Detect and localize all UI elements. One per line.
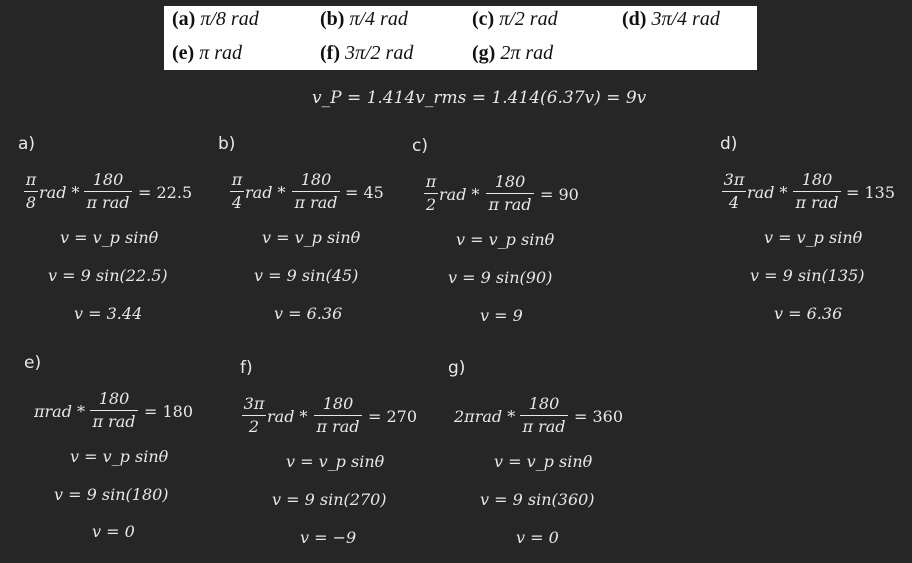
part-a-line3: v = 3.44: [74, 304, 143, 323]
option-e: (e) π rad: [172, 42, 243, 64]
part-c-label: c): [412, 136, 428, 156]
part-d-line3: v = 6.36: [774, 304, 843, 323]
part-e-angle-prefix: πrad *: [34, 402, 86, 421]
part-a-angle-fraction: π8: [24, 170, 38, 212]
part-c-conversion-fraction: 180 π rad: [486, 172, 534, 215]
part-a-conversion-fraction: 180 π rad: [84, 170, 132, 213]
part-d-label: d): [720, 134, 738, 154]
part-f-result: = 270: [368, 407, 418, 426]
part-f-label: f): [240, 358, 253, 378]
part-b-conversion-fraction: 180 π rad: [292, 170, 340, 213]
option-d: (d) 3π/4 rad: [622, 8, 720, 30]
option-b: (b) π/4 rad: [320, 8, 408, 30]
part-b-result: = 45: [345, 183, 384, 202]
part-d-line2: v = 9 sin(135): [750, 266, 865, 285]
part-a-angle-suffix: rad *: [39, 183, 80, 202]
part-d-conversion-fraction: 180 π rad: [793, 170, 841, 213]
part-c-line2: v = 9 sin(90): [448, 268, 553, 287]
option-a: (a) π/8 rad: [172, 8, 259, 30]
part-e-result: = 180: [144, 402, 194, 421]
part-f-angle-suffix: rad *: [267, 407, 308, 426]
option-g: (g) 2π rad: [472, 42, 554, 64]
part-a-line2: v = 9 sin(22.5): [48, 266, 168, 285]
part-b-angle-fraction: π4: [230, 170, 244, 212]
part-b-label: b): [218, 134, 236, 154]
peak-voltage-equation: v_P = 1.414v_rms = 1.414(6.37v) = 9v: [312, 88, 647, 108]
part-b-line2: v = 9 sin(45): [254, 266, 359, 285]
part-e-conversion-fraction: 180 π rad: [90, 389, 138, 432]
part-a-result: = 22.5: [138, 183, 193, 202]
part-f-line2: v = 9 sin(270): [272, 490, 387, 509]
part-e-line2: v = 9 sin(180): [54, 485, 169, 504]
part-g-line3: v = 0: [516, 528, 559, 547]
part-g-angle-prefix: 2πrad *: [454, 407, 516, 426]
part-a-line1: v = v_p sinθ: [60, 228, 159, 247]
part-e-line3: v = 0: [92, 522, 135, 541]
part-c-angle-fraction: π2: [424, 172, 438, 214]
option-f: (f) 3π/2 rad: [320, 42, 414, 64]
part-d-line1: v = v_p sinθ: [764, 228, 863, 247]
option-c: (c) π/2 rad: [472, 8, 558, 30]
part-d-result: = 135: [846, 183, 896, 202]
part-b-line1: v = v_p sinθ: [262, 228, 361, 247]
part-b-angle-suffix: rad *: [245, 183, 286, 202]
part-c-line3: v = 9: [480, 306, 523, 325]
part-e-line1: v = v_p sinθ: [70, 447, 169, 466]
part-g-line1: v = v_p sinθ: [494, 452, 593, 471]
part-c-angle-suffix: rad *: [439, 185, 480, 204]
part-g-result: = 360: [574, 407, 624, 426]
part-f-conversion-fraction: 180 π rad: [314, 394, 362, 437]
part-f-line3: v = −9: [300, 528, 357, 547]
part-g-label: g): [448, 358, 466, 378]
part-e-label: e): [24, 353, 42, 373]
part-d-angle-suffix: rad *: [747, 183, 788, 202]
part-c-line1: v = v_p sinθ: [456, 230, 555, 249]
part-a-label: a): [18, 134, 36, 154]
part-d-angle-fraction: 3π 4: [722, 170, 746, 212]
problem-options-box: (a) π/8 rad (b) π/4 rad (c) π/2 rad (d) …: [164, 6, 757, 70]
part-b-line3: v = 6.36: [274, 304, 343, 323]
part-f-line1: v = v_p sinθ: [286, 452, 385, 471]
part-g-line2: v = 9 sin(360): [480, 490, 595, 509]
part-g-conversion-fraction: 180 π rad: [520, 394, 568, 437]
part-f-angle-fraction: 3π 2: [242, 394, 266, 436]
part-c-result: = 90: [540, 185, 579, 204]
